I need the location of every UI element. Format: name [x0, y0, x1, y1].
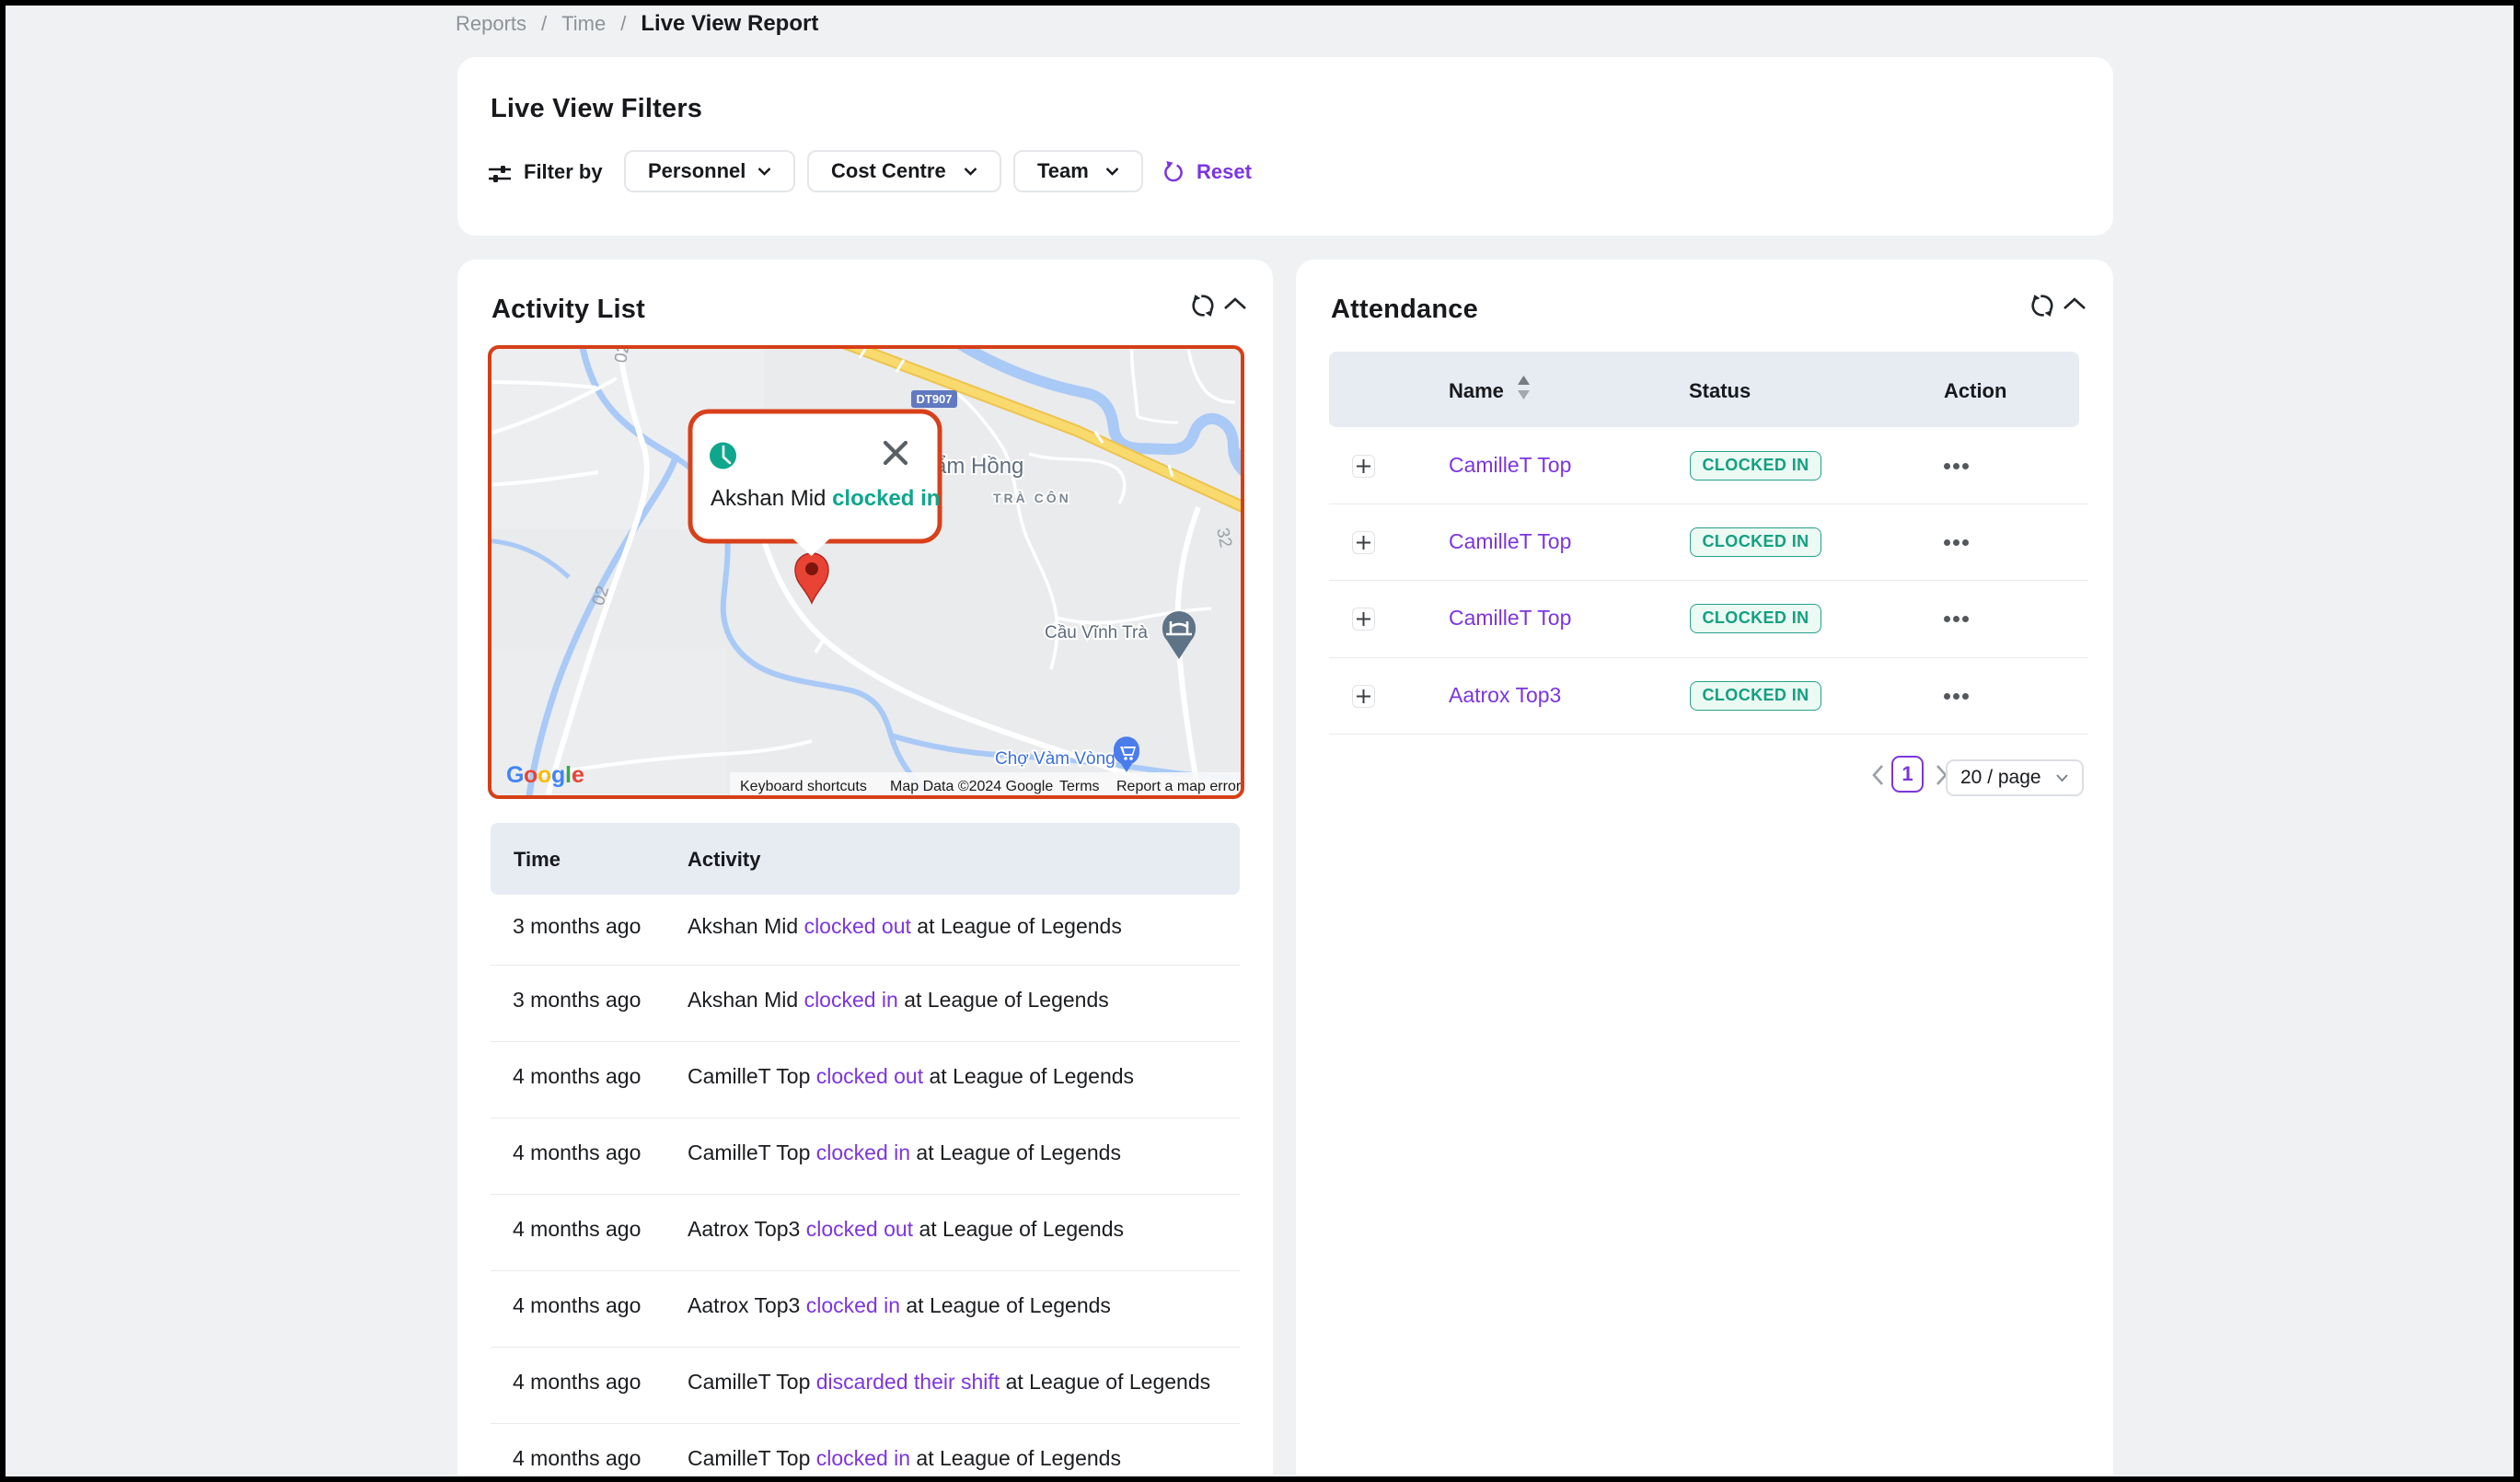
- svg-text:e: e: [572, 762, 584, 788]
- svg-text:Map Data ©2024 Google: Map Data ©2024 Google: [890, 779, 1053, 794]
- svg-text:o: o: [524, 762, 538, 788]
- svg-text:o: o: [538, 762, 551, 788]
- svg-text:ẩm Hồng: ẩm Hồng: [934, 454, 1023, 479]
- svg-text:DT907: DT907: [916, 392, 952, 406]
- svg-text:32: 32: [1212, 527, 1235, 550]
- svg-text:g: g: [551, 762, 565, 788]
- svg-text:Chợ Vàm Vòng: Chợ Vàm Vòng: [995, 749, 1116, 769]
- svg-text:TRÀ CÔN: TRÀ CÔN: [993, 490, 1071, 505]
- svg-text:Keyboard shortcuts: Keyboard shortcuts: [740, 779, 867, 794]
- svg-text:Akshan Mid clocked in: Akshan Mid clocked in: [711, 486, 940, 511]
- svg-text:Report a map error: Report a map error: [1116, 779, 1242, 794]
- svg-text:Terms: Terms: [1059, 779, 1100, 794]
- svg-text:Cầu Vĩnh Trà: Cầu Vĩnh Trà: [1045, 623, 1148, 643]
- svg-text:G: G: [506, 762, 524, 788]
- svg-text:l: l: [565, 762, 571, 788]
